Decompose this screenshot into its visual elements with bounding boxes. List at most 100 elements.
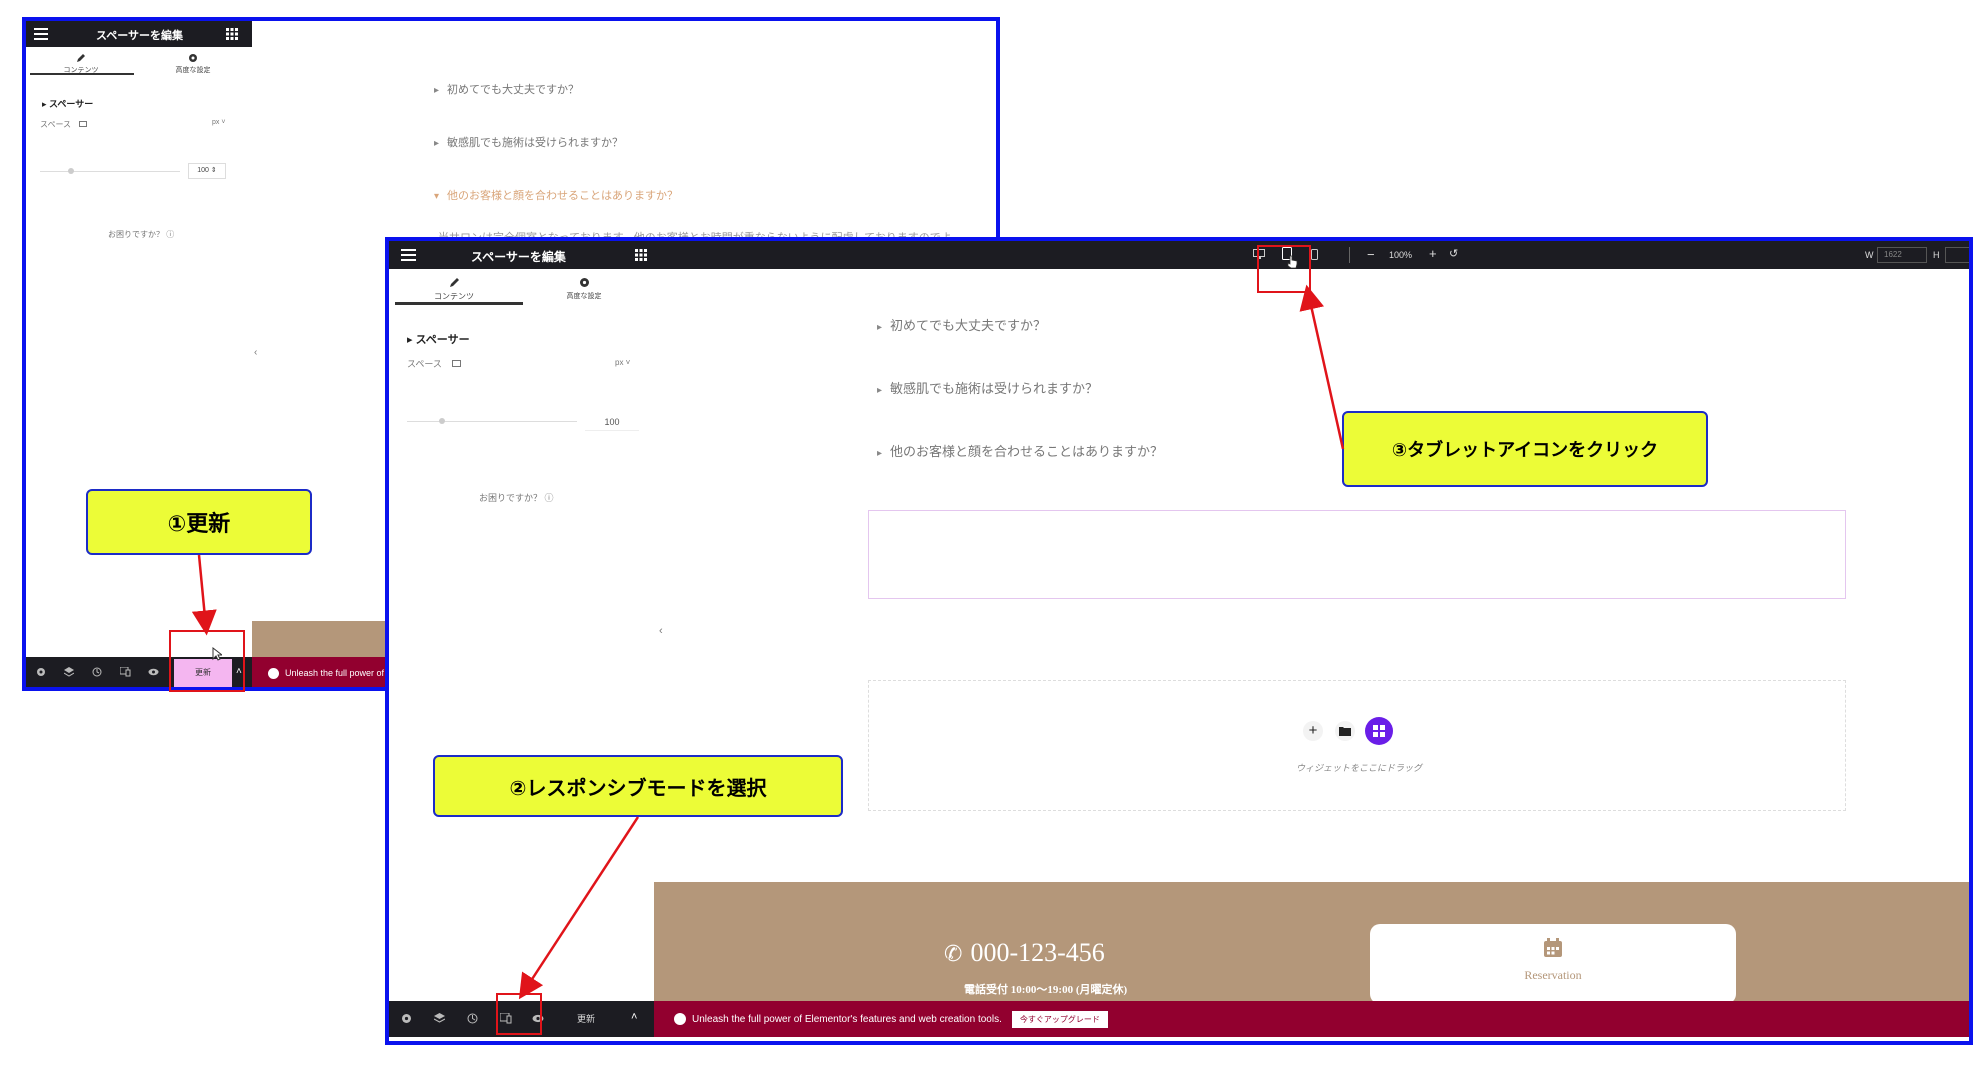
callout-step1-text: ①更新 <box>167 511 231 536</box>
spacer-widget[interactable] <box>868 510 1846 599</box>
empty-drop-zone[interactable] <box>868 680 1846 811</box>
promo-icon <box>268 667 279 679</box>
tab-advanced[interactable]: 高度な設定 <box>138 53 248 75</box>
desktop-icon <box>452 360 462 367</box>
reservation-card[interactable]: Reservation <box>1370 924 1736 1004</box>
back-section-title[interactable]: ▸ スペーサー <box>42 97 93 110</box>
upgrade-label: 今すぐアップグレード <box>1019 1014 1100 1024</box>
width-value: 1622 <box>1884 250 1902 259</box>
history-icon[interactable] <box>92 667 102 677</box>
undo-icon[interactable]: ↺ <box>1449 247 1458 260</box>
back-unit-select[interactable]: px ˅ <box>212 119 225 126</box>
zoom-level: 100% <box>1389 250 1413 260</box>
front-slider-knob[interactable] <box>439 418 445 424</box>
footer-section: ✆ 000-123-456 電話受付 10:00～19:00 (月曜定休) Res… <box>654 882 1969 1004</box>
callout-step3: ③タブレットアイコンをクリック <box>1342 411 1708 487</box>
phone-number: 000-123-456 <box>970 938 1105 967</box>
front-header-title: スペーサーを編集 <box>471 250 566 264</box>
tab-underline <box>395 302 523 305</box>
back-section-title-text: スペーサー <box>49 99 94 109</box>
desktop-icon <box>79 121 88 127</box>
width-label: W <box>1865 250 1874 260</box>
grid-icon <box>1373 725 1385 737</box>
minus-icon[interactable]: − <box>1367 247 1375 262</box>
tab-advanced[interactable]: 高度な設定 <box>519 277 649 301</box>
responsive-icon[interactable] <box>120 667 131 677</box>
callout-step1: ①更新 <box>86 489 312 555</box>
front-faq-item-2[interactable]: ▸ 敏感肌でも施術は受けられますか？ <box>877 378 1098 397</box>
tablet-icon-highlight <box>1257 245 1311 293</box>
back-slider-knob[interactable] <box>68 168 74 174</box>
tab-advanced-label: 高度な設定 <box>175 67 211 74</box>
front-help-link[interactable]: お困りですか？ ⓘ <box>479 491 554 504</box>
back-faq-item-3[interactable]: ▾ 他のお客様と顔を合わせることはありますか？ <box>434 187 678 203</box>
front-section-title-text: スペーサー <box>415 334 470 346</box>
front-space-input[interactable]: 100 <box>585 413 639 431</box>
folder-icon[interactable] <box>1335 721 1355 741</box>
layers-icon[interactable] <box>434 1013 445 1024</box>
tab-content[interactable]: コンテンツ <box>26 53 136 75</box>
tab-content[interactable]: コンテンツ <box>389 277 519 302</box>
settings-icon[interactable] <box>36 667 46 677</box>
back-faq-text-2: 敏感肌でも施術は受けられますか？ <box>447 136 624 149</box>
front-collapse-arrow[interactable]: ‹ <box>659 625 663 637</box>
chevron-up-icon[interactable]: ˄ <box>631 1011 637 1023</box>
pencil-icon <box>77 54 85 62</box>
hamburger-icon[interactable] <box>401 249 416 261</box>
back-space-slider[interactable] <box>40 171 180 172</box>
height-label: H <box>1933 250 1940 260</box>
front-space-label-text: スペース <box>407 359 442 369</box>
back-update-highlight <box>169 630 245 692</box>
help-icon: ⓘ <box>544 493 554 503</box>
back-help-link[interactable]: お困りですか？ ⓘ <box>108 229 174 240</box>
back-faq-item-1[interactable]: ▸ 初めてでも大丈夫ですか？ <box>434 81 579 97</box>
back-space-label-text: スペース <box>40 120 72 129</box>
front-section-title[interactable]: ▸ スペーサー <box>407 331 470 347</box>
front-space-slider[interactable] <box>407 421 577 422</box>
back-faq-text-3: 他のお客様と顔を合わせることはありますか？ <box>447 189 679 202</box>
grid-icon[interactable] <box>635 249 647 261</box>
responsive-icon-highlight <box>496 993 542 1035</box>
history-icon[interactable] <box>467 1013 478 1024</box>
width-input[interactable]: 1622 <box>1877 247 1927 263</box>
back-promo-text: Unleash the full power of <box>285 668 385 678</box>
back-faq-text-1: 初めてでも大丈夫ですか？ <box>447 83 580 96</box>
mobile-icon[interactable] <box>1311 249 1318 260</box>
front-space-value: 100 <box>604 417 620 427</box>
front-update-button[interactable]: 更新 <box>557 1005 615 1033</box>
front-faq-text-1: 初めてでも大丈夫ですか？ <box>890 319 1047 334</box>
front-unit-select[interactable]: px ˅ <box>615 358 630 367</box>
eye-icon[interactable] <box>148 668 159 676</box>
front-faq-text-3: 他のお客様と顔を合わせることはありますか？ <box>890 445 1164 460</box>
plus-icon[interactable]: + <box>1429 246 1437 261</box>
tab-advanced-label: 高度な設定 <box>566 293 602 300</box>
front-faq-text-2: 敏感肌でも施術は受けられますか？ <box>890 382 1099 397</box>
back-collapse-arrow[interactable]: ‹ <box>254 347 257 358</box>
front-faq-item-3[interactable]: ▸ 他のお客様と顔を合わせることはありますか？ <box>877 441 1163 460</box>
callout-step3-text: ③タブレットアイコンをクリック <box>1391 440 1659 460</box>
front-faq-item-1[interactable]: ▸ 初めてでも大丈夫ですか？ <box>877 315 1046 334</box>
phone-icon: ✆ <box>944 941 963 966</box>
front-editor-window: スペーサーを編集 − 100% + ↺ W 1622 H コンテンツ 高度な設定… <box>385 237 1973 1045</box>
template-library-button[interactable] <box>1365 717 1393 745</box>
layers-icon[interactable] <box>64 667 74 677</box>
back-faq-item-2[interactable]: ▸ 敏感肌でも施術は受けられますか？ <box>434 134 623 150</box>
hamburger-icon[interactable] <box>34 28 48 40</box>
back-header-title: スペーサーを編集 <box>96 30 184 42</box>
toolbar-divider <box>1349 247 1350 263</box>
reservation-label: Reservation <box>1524 968 1582 982</box>
tab-content-label: コンテンツ <box>434 292 474 301</box>
front-promo-bar: Unleash the full power of Elementor's fe… <box>654 1001 1969 1037</box>
back-space-input[interactable]: 100 ⇕ <box>188 163 226 179</box>
add-widget-button[interactable]: + <box>1303 721 1323 741</box>
gear-icon <box>189 54 197 62</box>
callout-step2-text: ②レスポンシブモードを選択 <box>509 777 767 800</box>
settings-icon[interactable] <box>401 1013 412 1024</box>
upgrade-button[interactable]: 今すぐアップグレード <box>1011 1010 1108 1028</box>
grid-icon[interactable] <box>226 28 238 40</box>
height-input[interactable] <box>1945 247 1969 263</box>
promo-icon <box>674 1013 686 1025</box>
business-hours: 電話受付 10:00～19:00 (月曜定休) <box>964 984 1128 996</box>
front-space-label: スペース <box>407 357 462 370</box>
front-help-text: お困りですか？ <box>479 493 543 503</box>
